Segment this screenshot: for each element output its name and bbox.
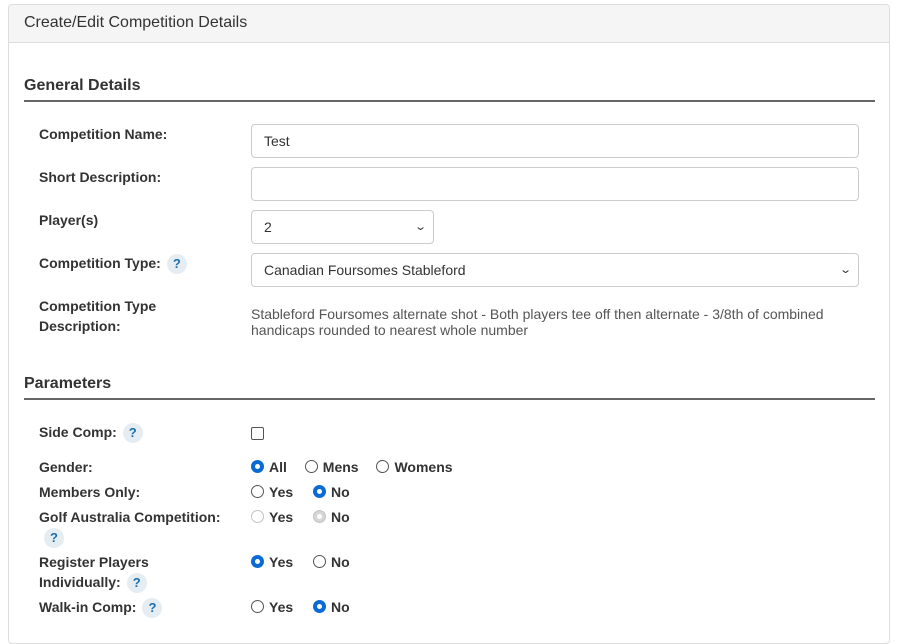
help-icon[interactable]: ? [166,254,187,275]
gender-all-radio[interactable] [251,460,264,473]
register-individually-no[interactable]: No [313,553,350,571]
walk-in-label: Walk-in Comp:? [39,597,163,619]
parameters-heading: Parameters [24,375,875,400]
help-icon[interactable]: ? [122,423,143,444]
walk-in-no-radio[interactable] [313,600,327,613]
type-description-label: Competition Type Description: [39,298,157,334]
gender-option-mens[interactable]: Mens [304,458,359,476]
side-comp-label: Side Comp:? [39,422,143,444]
gender-radio-group: All Mens Womens [251,458,467,476]
register-individually-yes[interactable]: Yes [251,553,293,571]
walk-in-yes[interactable]: Yes [251,598,293,616]
gender-womens-radio[interactable] [376,460,390,473]
chevron-down-icon: ⌄ [838,264,852,276]
walk-in-yes-radio[interactable] [251,600,264,613]
members-only-radio-group: Yes No [251,483,364,501]
players-select[interactable]: 2 ⌄ [251,210,434,244]
type-description-text: Stableford Foursomes alternate shot - Bo… [251,306,824,338]
members-only-no-radio[interactable] [313,485,327,498]
register-individually-radio-group: Yes No [251,553,364,571]
short-description-input[interactable] [251,167,859,201]
players-label: Player(s) [39,212,99,228]
gender-option-womens[interactable]: Womens [376,458,453,476]
short-description-label: Short Description: [39,169,162,185]
golf-australia-no-radio [313,510,327,523]
competition-name-input[interactable] [251,124,859,158]
golf-australia-no: No [313,508,350,526]
golf-australia-yes-radio [251,510,264,523]
golf-australia-label: Golf Australia Competition: ? [39,507,220,549]
help-icon[interactable]: ? [142,598,163,619]
competition-type-select-value: Canadian Foursomes Stableford [264,262,466,278]
gender-mens-radio[interactable] [304,460,318,473]
general-details-heading: General Details [24,77,875,102]
gender-option-all[interactable]: All [251,458,287,476]
gender-label: Gender: [39,459,93,475]
register-individually-no-radio[interactable] [313,555,327,568]
players-select-value: 2 [264,219,272,235]
chevron-down-icon: ⌄ [413,221,427,233]
register-individually-yes-radio[interactable] [251,555,264,568]
competition-panel: Create/Edit Competition Details General … [8,4,890,644]
help-icon[interactable]: ? [126,573,147,594]
register-individually-label: Register Players Individually:? [39,552,149,594]
competition-name-label: Competition Name: [39,126,168,142]
members-only-no[interactable]: No [313,483,350,501]
help-icon[interactable]: ? [44,528,64,549]
members-only-yes-radio[interactable] [251,485,264,498]
members-only-yes[interactable]: Yes [251,483,293,501]
panel-title: Create/Edit Competition Details [9,5,889,43]
walk-in-radio-group: Yes No [251,598,364,616]
side-comp-checkbox[interactable] [251,427,264,440]
competition-type-select[interactable]: Canadian Foursomes Stableford ⌄ [251,253,859,287]
competition-type-label: Competition Type:? [39,253,187,275]
golf-australia-yes: Yes [251,508,293,526]
walk-in-no[interactable]: No [313,598,350,616]
members-only-label: Members Only: [39,484,141,500]
golf-australia-radio-group: Yes No [251,508,364,526]
